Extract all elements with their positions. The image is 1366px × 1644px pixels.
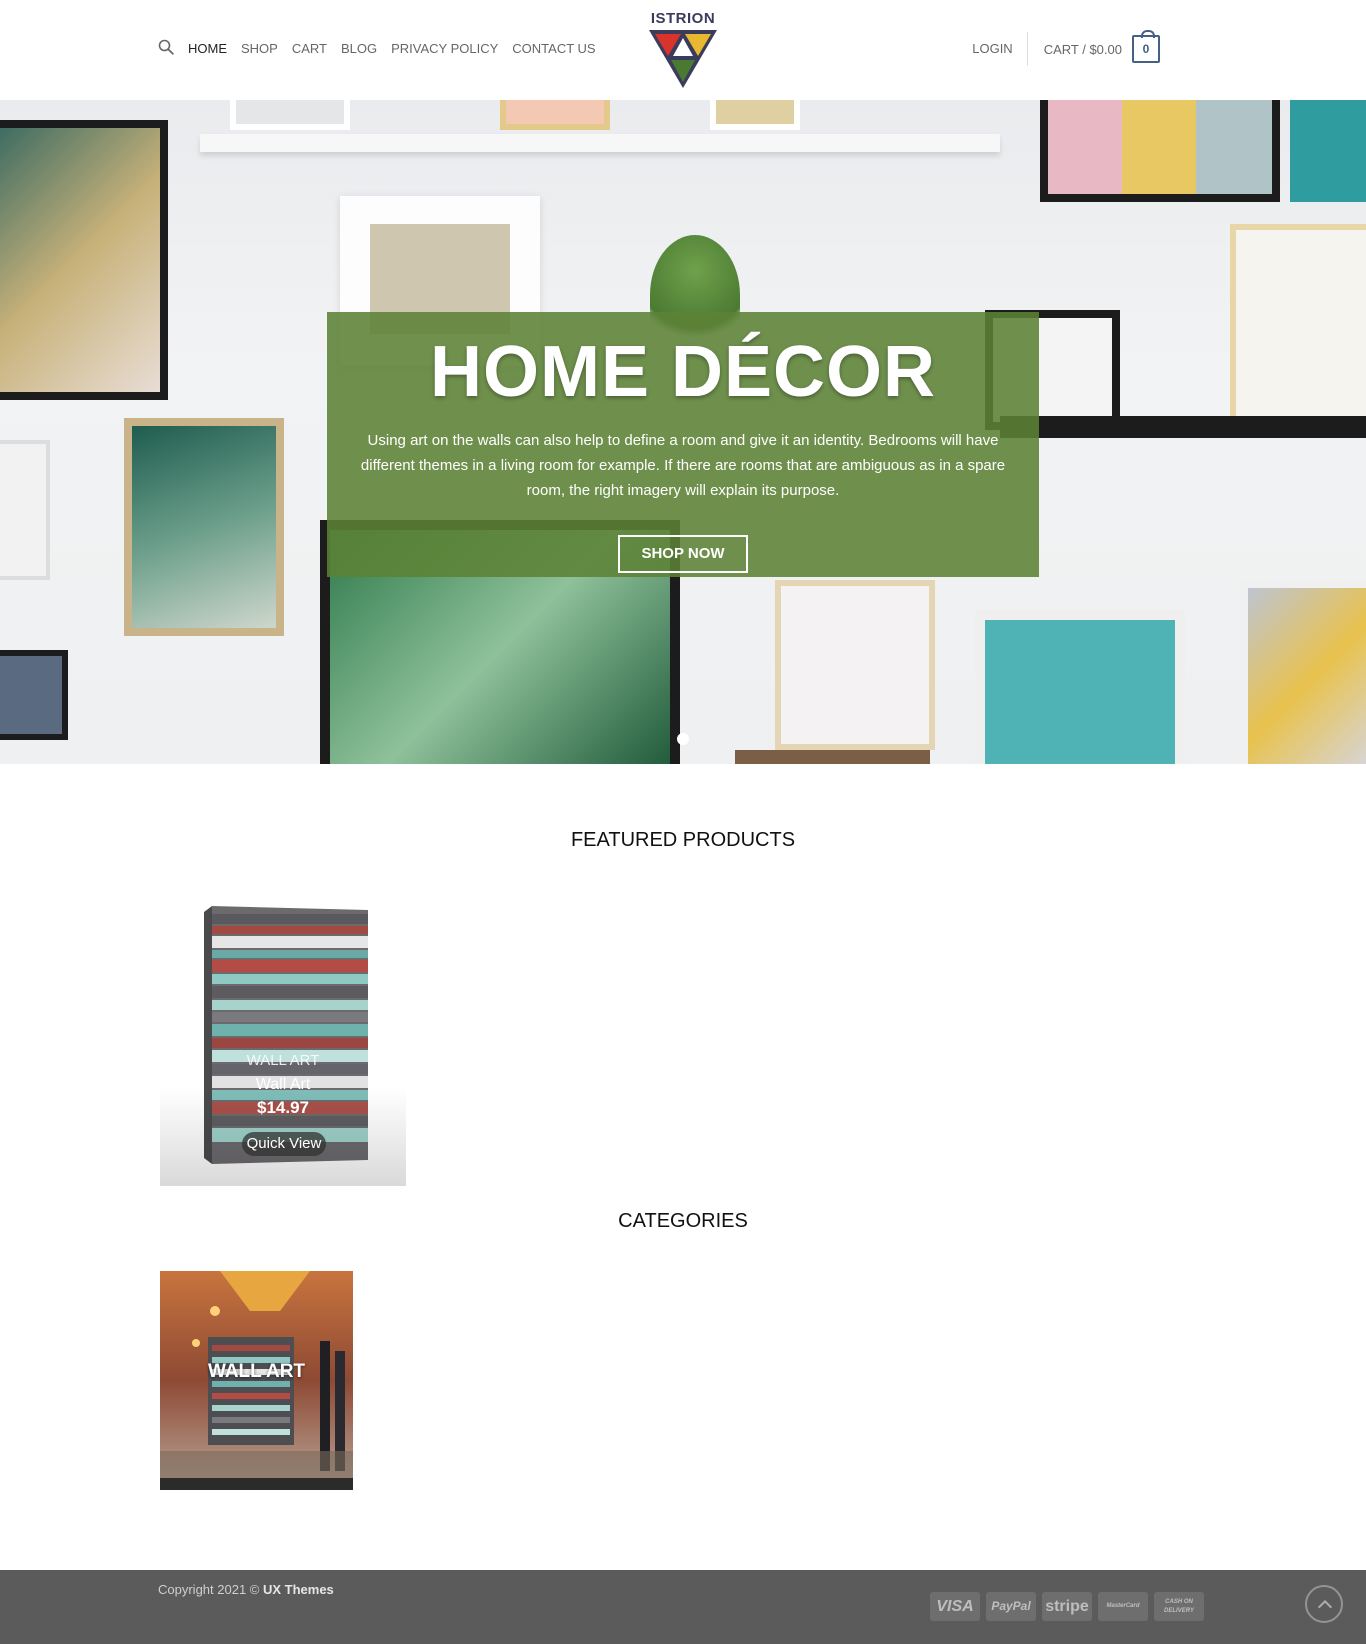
cart-count-icon[interactable]: 0 (1132, 30, 1160, 63)
copyright-brand-link[interactable]: UX Themes (263, 1582, 334, 1597)
hero-content-box: HOME DÉCOR Using art on the walls can al… (327, 312, 1039, 577)
logo-text: ISTRION (650, 10, 716, 27)
hero-background-frame (0, 120, 168, 400)
hero-background-frame (1240, 580, 1366, 764)
payment-icons: VISA PayPal stripe MasterCard CASH ON DE… (930, 1592, 1210, 1621)
category-card[interactable]: WALL ART (160, 1271, 353, 1490)
hero-background-frame (500, 100, 610, 130)
hero-background-frame (975, 610, 1185, 764)
hero-background-frame (1230, 224, 1366, 434)
copyright-prefix: Copyright 2021 © (158, 1582, 260, 1597)
slider-dot[interactable] (677, 733, 689, 745)
hero-background-shelf (200, 134, 1000, 152)
cart-total-link[interactable]: CART / $0.00 (1044, 42, 1122, 57)
nav-cart[interactable]: CART (292, 41, 327, 56)
paypal-icon: PayPal (986, 1592, 1036, 1621)
nav-contact-us[interactable]: CONTACT US (512, 41, 595, 56)
category-bottom-bar (160, 1478, 353, 1490)
category-label: WALL ART (207, 1361, 306, 1382)
shop-now-button[interactable]: SHOP NOW (618, 535, 748, 573)
hero-banner: HOME DÉCOR Using art on the walls can al… (0, 100, 1366, 764)
hero-background-frame (710, 100, 800, 130)
product-category: WALL ART (246, 1052, 320, 1069)
cash-on-delivery-icon: CASH ON DELIVERY (1154, 1592, 1204, 1621)
nav-blog[interactable]: BLOG (341, 41, 377, 56)
nav-home[interactable]: HOME (188, 41, 227, 56)
account-nav: LOGIN CART / $0.00 0 (972, 30, 1160, 66)
featured-products-title: FEATURED PRODUCTS (570, 829, 796, 851)
copyright-text: Copyright 2021 © UX Themes (158, 1582, 334, 1597)
login-link[interactable]: LOGIN (972, 32, 1028, 66)
hero-background-frame (1290, 100, 1366, 202)
hero-description: Using art on the walls can also help to … (360, 432, 1006, 499)
mastercard-icon: MasterCard (1098, 1592, 1148, 1621)
site-header: HOME SHOP CART BLOG PRIVACY POLICY CONTA… (0, 0, 1366, 100)
hero-background-frame (0, 650, 68, 740)
hero-background-frame (1040, 100, 1280, 202)
product-name[interactable]: Wall Art (160, 1076, 406, 1094)
product-card[interactable]: WALL ART Wall Art $14.97 Quick View (160, 888, 406, 1186)
visa-icon: VISA (930, 1592, 980, 1621)
back-to-top-button[interactable] (1305, 1585, 1343, 1623)
hero-background-frame (230, 100, 350, 130)
nav-shop[interactable]: SHOP (241, 41, 278, 56)
hero-background-shelf (1000, 416, 1366, 438)
hero-background-frame (0, 440, 50, 580)
hero-title: HOME DÉCOR (429, 332, 937, 412)
stripe-icon: stripe (1042, 1592, 1092, 1621)
hero-background-frame (775, 580, 935, 750)
categories-title: CATEGORIES (618, 1210, 748, 1232)
product-price: $14.97 (257, 1098, 309, 1117)
quick-view-button[interactable]: Quick View (242, 1132, 326, 1156)
search-icon[interactable] (158, 39, 174, 55)
site-footer: Copyright 2021 © UX Themes VISA PayPal s… (0, 1570, 1366, 1644)
hero-background-frame (735, 750, 930, 764)
hero-background-frame (124, 418, 284, 636)
site-logo[interactable]: ISTRION (647, 10, 719, 90)
logo-triangle-icon (649, 30, 717, 88)
main-nav: HOME SHOP CART BLOG PRIVACY POLICY CONTA… (158, 39, 610, 56)
nav-privacy-policy[interactable]: PRIVACY POLICY (391, 41, 498, 56)
